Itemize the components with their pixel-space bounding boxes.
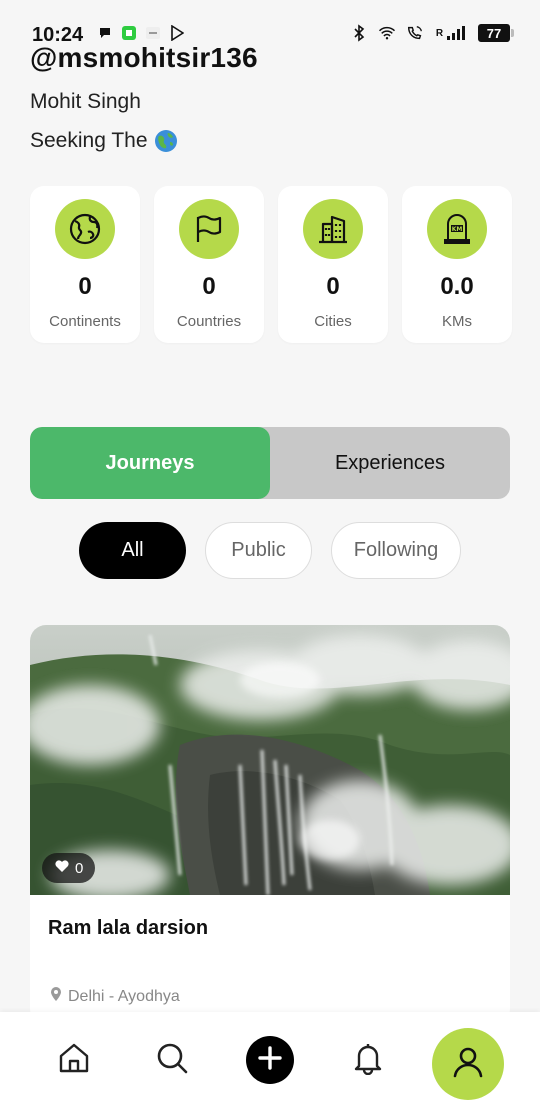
search-icon bbox=[155, 1041, 189, 1080]
likes-count: 0 bbox=[75, 859, 84, 877]
stats-row: 0 Continents 0 Countries 0 Cities KM 0.0… bbox=[30, 186, 512, 343]
stat-cities: 0 Cities bbox=[278, 186, 388, 343]
profile-name: Mohit Singh bbox=[30, 90, 141, 113]
nav-home[interactable] bbox=[52, 1038, 96, 1082]
location-text: Delhi - Ayodhya bbox=[68, 987, 180, 1005]
filter-following[interactable]: Following bbox=[331, 522, 461, 579]
building-icon bbox=[303, 199, 363, 259]
stat-countries: 0 Countries bbox=[154, 186, 264, 343]
signal-icon: R bbox=[434, 24, 468, 42]
tab-experiences[interactable]: Experiences bbox=[270, 427, 510, 499]
journey-card[interactable]: 0 Ram lala darsion Delhi - Ayodhya bbox=[30, 625, 510, 1025]
stat-continents: 0 Continents bbox=[30, 186, 140, 343]
location-pin-icon bbox=[50, 986, 62, 1007]
stat-label: Countries bbox=[176, 313, 242, 330]
play-store-icon bbox=[168, 24, 186, 42]
app-icon bbox=[144, 24, 162, 42]
journey-location: Delhi - Ayodhya bbox=[50, 986, 180, 1007]
nav-search[interactable] bbox=[150, 1038, 194, 1082]
stat-value: 0 bbox=[326, 273, 340, 300]
svg-text:KM: KM bbox=[452, 226, 463, 233]
stat-value: 0 bbox=[202, 273, 216, 300]
nav-notifications[interactable] bbox=[346, 1038, 390, 1082]
bell-icon bbox=[351, 1041, 385, 1080]
stat-value: 0 bbox=[78, 273, 92, 300]
stat-label: Continents bbox=[49, 313, 121, 330]
chat-icon bbox=[96, 24, 114, 42]
status-bar: 10:24 R 77 bbox=[0, 0, 540, 48]
flag-icon bbox=[179, 199, 239, 259]
likes-badge[interactable]: 0 bbox=[42, 853, 96, 883]
filter-public[interactable]: Public bbox=[205, 522, 312, 579]
home-icon bbox=[57, 1041, 91, 1080]
battery-icon: 77 bbox=[478, 24, 514, 42]
globe-emoji-icon bbox=[154, 129, 178, 153]
heart-icon bbox=[54, 859, 70, 877]
bottom-nav bbox=[0, 1012, 540, 1113]
milestone-icon: KM bbox=[427, 199, 487, 259]
nav-profile[interactable] bbox=[432, 1028, 504, 1100]
bio-text: Seeking The bbox=[30, 129, 148, 152]
stat-label: Cities bbox=[314, 313, 352, 330]
profile-handle: @msmohitsir136 bbox=[30, 42, 258, 73]
journey-cover-image[interactable]: 0 bbox=[30, 625, 510, 895]
profile-bio: Seeking The bbox=[30, 129, 178, 153]
wifi-call-icon bbox=[406, 24, 424, 42]
tab-journeys[interactable]: Journeys bbox=[30, 427, 270, 499]
profile-icon bbox=[451, 1045, 485, 1084]
stat-label: KMs bbox=[442, 313, 472, 330]
stat-value: 0.0 bbox=[440, 273, 474, 300]
filter-chips: All Public Following bbox=[79, 522, 461, 579]
bluetooth-icon bbox=[350, 24, 368, 42]
journey-tabs: Journeys Experiences bbox=[30, 427, 510, 499]
stat-kms: KM 0.0 KMs bbox=[402, 186, 512, 343]
wifi-icon bbox=[378, 24, 396, 42]
add-icon bbox=[257, 1045, 283, 1076]
nav-add[interactable] bbox=[246, 1036, 294, 1084]
journey-title: Ram lala darsion bbox=[48, 917, 209, 939]
filter-all[interactable]: All bbox=[79, 522, 186, 579]
app-icon bbox=[120, 24, 138, 42]
globe-icon bbox=[55, 199, 115, 259]
